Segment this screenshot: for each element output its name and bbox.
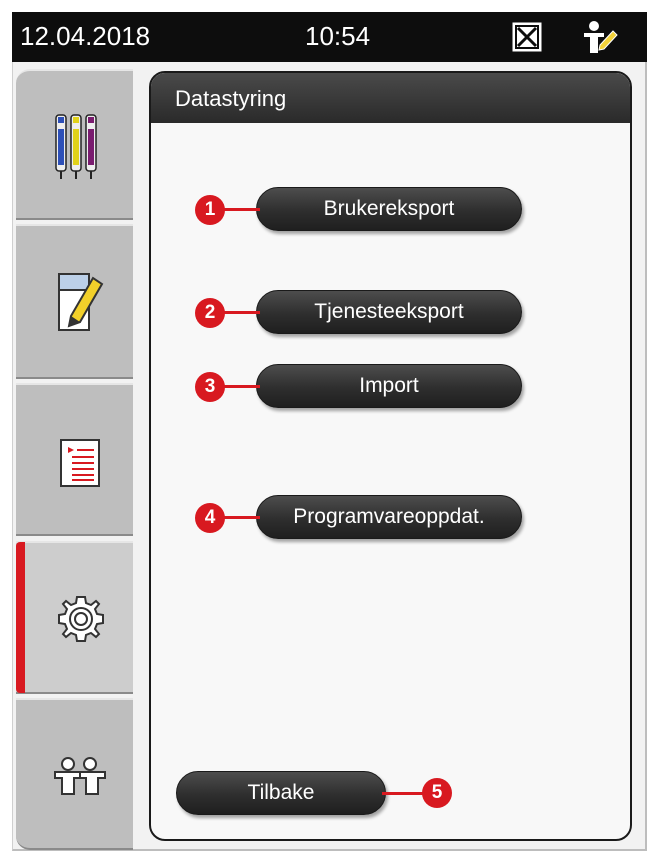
callout-line-3 <box>222 385 260 388</box>
user-access-icon <box>54 757 106 795</box>
settings-gear-icon <box>58 596 104 642</box>
service-export-button[interactable]: Tjenesteeksport <box>256 290 522 334</box>
sidebar-item-settings[interactable] <box>16 541 133 694</box>
callout-line-5 <box>382 792 426 795</box>
sidebar-item-user[interactable] <box>16 698 133 850</box>
import-button[interactable]: Import <box>256 364 522 408</box>
callout-line-1 <box>222 208 260 211</box>
back-button[interactable]: Tilbake <box>176 771 386 815</box>
software-update-button[interactable]: Programvareoppdat. <box>256 495 522 539</box>
reagent-bottles-icon <box>55 114 97 179</box>
callout-1: 1 <box>195 195 225 225</box>
callout-2: 2 <box>195 298 225 328</box>
sidebar-item-reagents[interactable] <box>16 69 133 220</box>
panel-title: Datastyring <box>151 73 630 123</box>
callout-line-2 <box>222 311 260 314</box>
no-connection-icon[interactable] <box>512 22 542 52</box>
callout-5: 5 <box>422 778 452 808</box>
sidebar-item-programs[interactable] <box>16 224 133 379</box>
callout-4: 4 <box>195 503 225 533</box>
callout-line-4 <box>222 516 260 519</box>
active-tab-indicator <box>16 542 25 693</box>
sidebar-item-program-list[interactable] <box>16 383 133 536</box>
user-export-button[interactable]: Brukereksport <box>256 187 522 231</box>
program-edit-icon <box>58 273 104 331</box>
callout-3: 3 <box>195 372 225 402</box>
status-time: 10:54 <box>305 21 371 51</box>
user-edit-icon[interactable] <box>580 19 618 55</box>
program-list-icon <box>60 439 100 487</box>
status-date: 12.04.2018 <box>20 21 151 51</box>
status-bar: 12.04.2018 10:54 <box>12 12 647 62</box>
